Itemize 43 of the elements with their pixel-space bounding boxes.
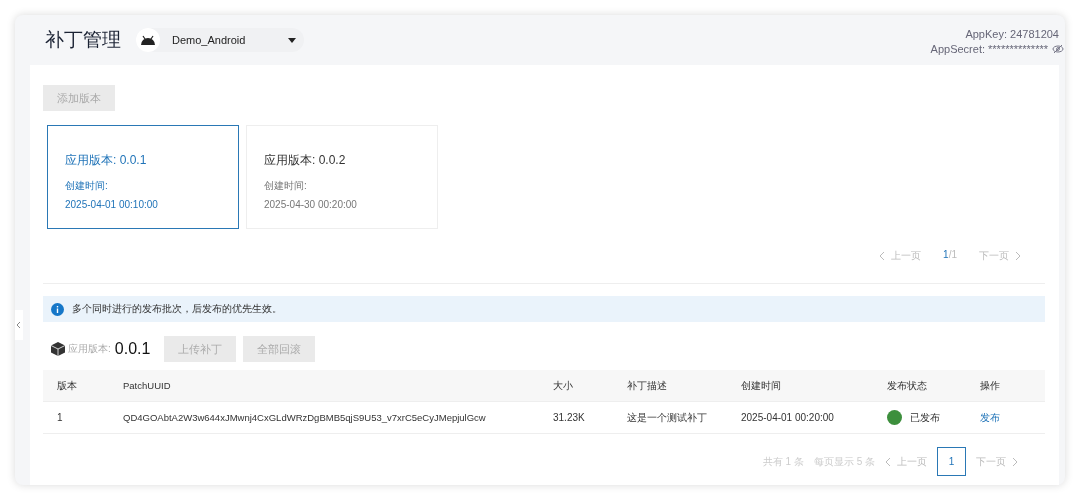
column-header: 大小 xyxy=(552,378,574,393)
collapse-handle[interactable] xyxy=(15,310,23,340)
created-label: 创建时间: xyxy=(264,179,308,193)
table-cell-text: 这是一个测试补丁 xyxy=(626,410,708,425)
version-value: 0.0.1 xyxy=(114,340,151,358)
version-label: 应用版本: xyxy=(68,342,111,356)
table-cell-text: QD4GOAbtA2W3w644xJMwnj4CxGLdWRzDgBMB5qjS9U53_v7xrC5eCyJMepjulGcw xyxy=(122,412,487,423)
column-header: 操作 xyxy=(979,378,1001,393)
version-title: 应用版本: 0.0.1 xyxy=(65,152,148,169)
page-total: /1 xyxy=(948,249,957,260)
created-time: 2025-04-01 00:10:00 xyxy=(65,198,159,212)
table-cell-text: 31.23K xyxy=(552,412,586,423)
page-number[interactable]: 1 xyxy=(937,447,966,476)
version-card[interactable]: 应用版本: 0.0.2 创建时间: 2025-04-30 00:20:00 xyxy=(246,125,438,229)
caret-icon xyxy=(288,37,296,43)
column-header: 补丁描述 xyxy=(626,378,668,393)
current-page: 1 xyxy=(943,249,949,260)
box-icon xyxy=(51,342,65,356)
table-cell-text: 2025-04-01 00:20:00 xyxy=(740,412,835,423)
chevron-left-icon xyxy=(879,251,886,261)
app-key: AppKey: 24781204 xyxy=(965,27,1059,40)
column-header: 版本 xyxy=(56,378,78,393)
info-text: 多个同时进行的发布批次，后发布的优先生效。 xyxy=(72,302,282,316)
chevron-left-icon xyxy=(885,456,891,467)
version-card[interactable]: 应用版本: 0.0.1 创建时间: 2025-04-01 00:10:00 xyxy=(47,125,239,229)
column-header: 创建时间 xyxy=(740,378,782,393)
column-header: 发布状态 xyxy=(886,378,928,393)
chevron-right-icon xyxy=(1015,251,1021,261)
app-select[interactable]: Demo_Android xyxy=(136,28,304,52)
page-title: 补丁管理 xyxy=(45,28,121,52)
android-icon xyxy=(140,35,156,45)
chevron-left-icon xyxy=(16,321,22,329)
created-time: 2025-04-30 00:20:00 xyxy=(264,198,358,212)
version-title: 应用版本: 0.0.2 xyxy=(264,152,347,169)
table-cell-text: 1 xyxy=(56,412,64,423)
status-text: 已发布 xyxy=(910,410,940,425)
created-label: 创建时间: xyxy=(65,179,109,193)
app-secret: AppSecret: ************** xyxy=(930,42,1048,55)
info-icon xyxy=(51,302,64,316)
publish-link[interactable]: 发布 xyxy=(980,410,1000,425)
column-header: PatchUUID xyxy=(122,380,172,391)
eye-slash-icon[interactable] xyxy=(1052,43,1064,54)
chevron-right-icon xyxy=(1012,456,1018,467)
